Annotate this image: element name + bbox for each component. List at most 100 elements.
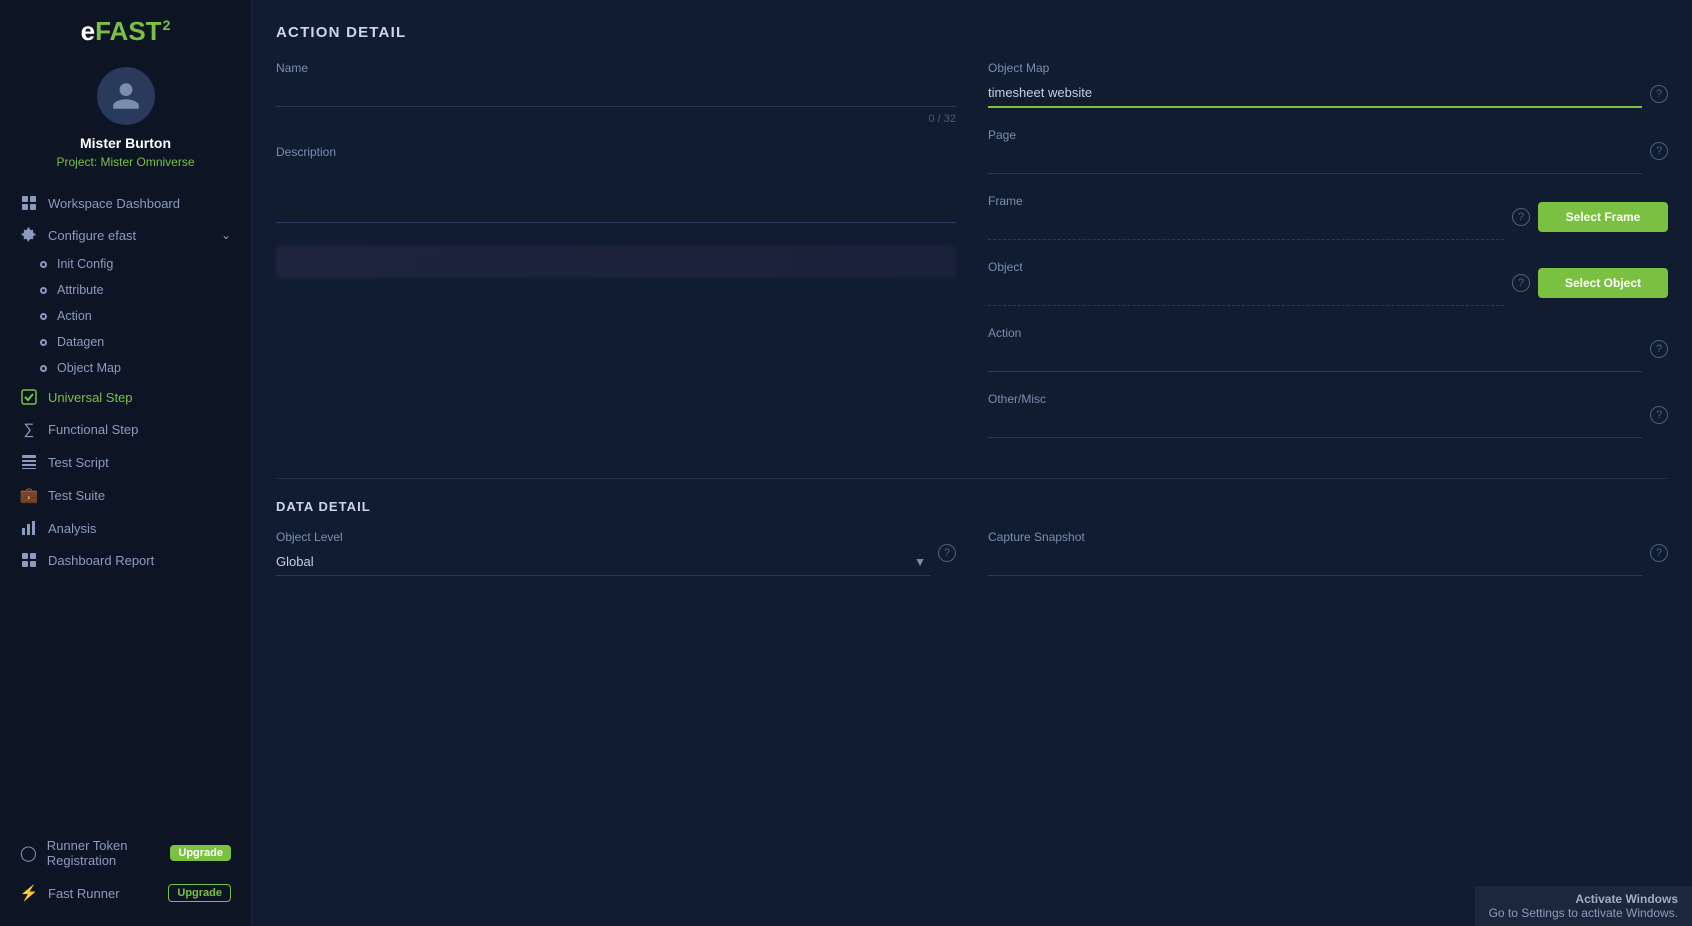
object-field: Object <box>988 260 1504 306</box>
sidebar-item-label: Test Suite <box>48 488 105 503</box>
sidebar-item-label: Test Script <box>48 455 109 470</box>
windows-activate-title: Activate Windows <box>1489 892 1678 906</box>
name-input[interactable] <box>276 79 956 107</box>
chevron-down-icon: ⌄ <box>221 228 231 242</box>
windows-activate-sub: Go to Settings to activate Windows. <box>1489 906 1678 920</box>
other-misc-input[interactable] <box>988 410 1642 438</box>
sidebar-item-label: Datagen <box>57 335 104 349</box>
capture-snapshot-help-icon[interactable]: ? <box>1650 544 1668 562</box>
right-col: Object Map ? Page ? <box>988 61 1668 458</box>
action-detail-section: ACTION DETAIL Name 0 / 32 Description <box>276 24 1668 458</box>
description-input[interactable] <box>276 163 956 223</box>
sidebar-item-test-suite[interactable]: 💼 Test Suite <box>8 478 243 512</box>
sidebar-item-label: Attribute <box>57 283 104 297</box>
sidebar-item-test-script[interactable]: Test Script <box>8 446 243 478</box>
object-level-select[interactable]: Global Local Shared <box>276 548 930 576</box>
object-help-icon[interactable]: ? <box>1512 274 1530 292</box>
object-map-help-icon[interactable]: ? <box>1650 85 1668 103</box>
briefcase-icon: 💼 <box>20 486 38 504</box>
dot-icon <box>40 339 47 346</box>
sidebar-item-universal-step[interactable]: Universal Step <box>8 381 243 413</box>
sidebar-item-action[interactable]: Action <box>28 303 243 329</box>
sidebar-item-label: Workspace Dashboard <box>48 196 180 211</box>
frame-input[interactable] <box>988 212 1504 240</box>
name-label: Name <box>276 61 956 75</box>
sidebar-item-object-map[interactable]: Object Map <box>28 355 243 381</box>
object-label: Object <box>988 260 1504 274</box>
nav-list: Workspace Dashboard Configure efast ⌄ In… <box>0 187 251 576</box>
upgrade-badge-runner-token[interactable]: Upgrade <box>170 845 231 861</box>
object-input[interactable] <box>988 278 1504 306</box>
token-icon: ◯ <box>20 844 37 862</box>
user-icon <box>110 80 142 112</box>
lightning-icon: ⚡ <box>20 884 38 902</box>
page-label: Page <box>988 128 1642 142</box>
action-detail-form: Name 0 / 32 Description Object Ma <box>276 61 1668 458</box>
other-misc-help-icon[interactable]: ? <box>1650 406 1668 424</box>
other-misc-label: Other/Misc <box>988 392 1642 406</box>
capture-snapshot-input[interactable] <box>988 548 1642 576</box>
name-field: Name 0 / 32 <box>276 61 956 107</box>
dot-icon <box>40 287 47 294</box>
dot-icon <box>40 261 47 268</box>
frame-label: Frame <box>988 194 1504 208</box>
sidebar-item-label: Action <box>57 309 92 323</box>
select-object-button[interactable]: Select Object <box>1538 268 1668 298</box>
sidebar-item-label: Universal Step <box>48 390 133 405</box>
nav-sub-configure: Init Config Attribute Action Datagen Obj… <box>8 251 243 381</box>
data-left-col: Object Level Global Local Shared ▼ ? <box>276 530 956 596</box>
object-map-field: Object Map ? <box>988 61 1668 108</box>
project-name: Project: Mister Omniverse <box>56 155 194 169</box>
object-map-input[interactable] <box>988 79 1642 108</box>
sidebar-item-label: Init Config <box>57 257 113 271</box>
sidebar-item-label: Dashboard Report <box>48 553 154 568</box>
page-help-icon[interactable]: ? <box>1650 142 1668 160</box>
char-count: 0 / 32 <box>928 113 956 125</box>
sidebar-item-label: Configure efast <box>48 228 136 243</box>
dot-icon <box>40 313 47 320</box>
sidebar-item-dashboard-report[interactable]: Dashboard Report <box>8 544 243 576</box>
bar-chart-icon <box>20 520 38 536</box>
data-detail-form: Object Level Global Local Shared ▼ ? <box>276 530 1668 596</box>
action-detail-title: ACTION DETAIL <box>276 24 1668 41</box>
object-level-select-wrapper: Global Local Shared ▼ <box>276 548 930 576</box>
sidebar-item-label: Functional Step <box>48 422 138 437</box>
blurred-content <box>276 246 956 278</box>
page-input[interactable] <box>988 146 1642 174</box>
page-field: Page <box>988 128 1642 174</box>
sidebar-item-attribute[interactable]: Attribute <box>28 277 243 303</box>
object-level-row: Object Level Global Local Shared ▼ ? <box>276 530 956 576</box>
frame-help-icon[interactable]: ? <box>1512 208 1530 226</box>
logo: eFAST2 <box>81 16 171 47</box>
action-field: Action <box>988 326 1642 372</box>
action-help-icon[interactable]: ? <box>1650 340 1668 358</box>
action-input[interactable] <box>988 344 1642 372</box>
frame-field-row: Frame ? Select Frame <box>988 194 1668 240</box>
object-level-help-icon[interactable]: ? <box>938 544 956 562</box>
description-label: Description <box>276 145 956 159</box>
data-detail-title: DATA DETAIL <box>276 499 1668 514</box>
sidebar-item-workspace-dashboard[interactable]: Workspace Dashboard <box>8 187 243 219</box>
select-frame-button[interactable]: Select Frame <box>1538 202 1668 232</box>
sidebar-item-datagen[interactable]: Datagen <box>28 329 243 355</box>
windows-activate-banner: Activate Windows Go to Settings to activ… <box>1475 886 1692 926</box>
description-field: Description <box>276 145 956 226</box>
capture-snapshot-label: Capture Snapshot <box>988 530 1642 544</box>
sidebar-item-label: Fast Runner <box>48 886 120 901</box>
checkbox-icon <box>20 389 38 405</box>
logo-superscript: 2 <box>163 17 171 33</box>
sidebar-item-configure-efast[interactable]: Configure efast ⌄ <box>8 219 243 251</box>
sidebar: eFAST2 Mister Burton Project: Mister Omn… <box>0 0 252 926</box>
sidebar-item-runner-token[interactable]: ◯ Runner Token Registration Upgrade <box>8 830 243 876</box>
sidebar-item-fast-runner[interactable]: ⚡ Fast Runner Upgrade <box>8 876 243 910</box>
other-misc-field: Other/Misc <box>988 392 1642 438</box>
sidebar-item-init-config[interactable]: Init Config <box>28 251 243 277</box>
sidebar-item-analysis[interactable]: Analysis <box>8 512 243 544</box>
left-col: Name 0 / 32 Description <box>276 61 956 458</box>
section-divider <box>276 478 1668 479</box>
avatar <box>97 67 155 125</box>
data-detail-section: DATA DETAIL Object Level Global Local Sh… <box>276 499 1668 596</box>
upgrade-badge-fast-runner[interactable]: Upgrade <box>168 884 231 902</box>
sidebar-item-functional-step[interactable]: ∑ Functional Step <box>8 413 243 446</box>
grid-small-icon <box>20 552 38 568</box>
